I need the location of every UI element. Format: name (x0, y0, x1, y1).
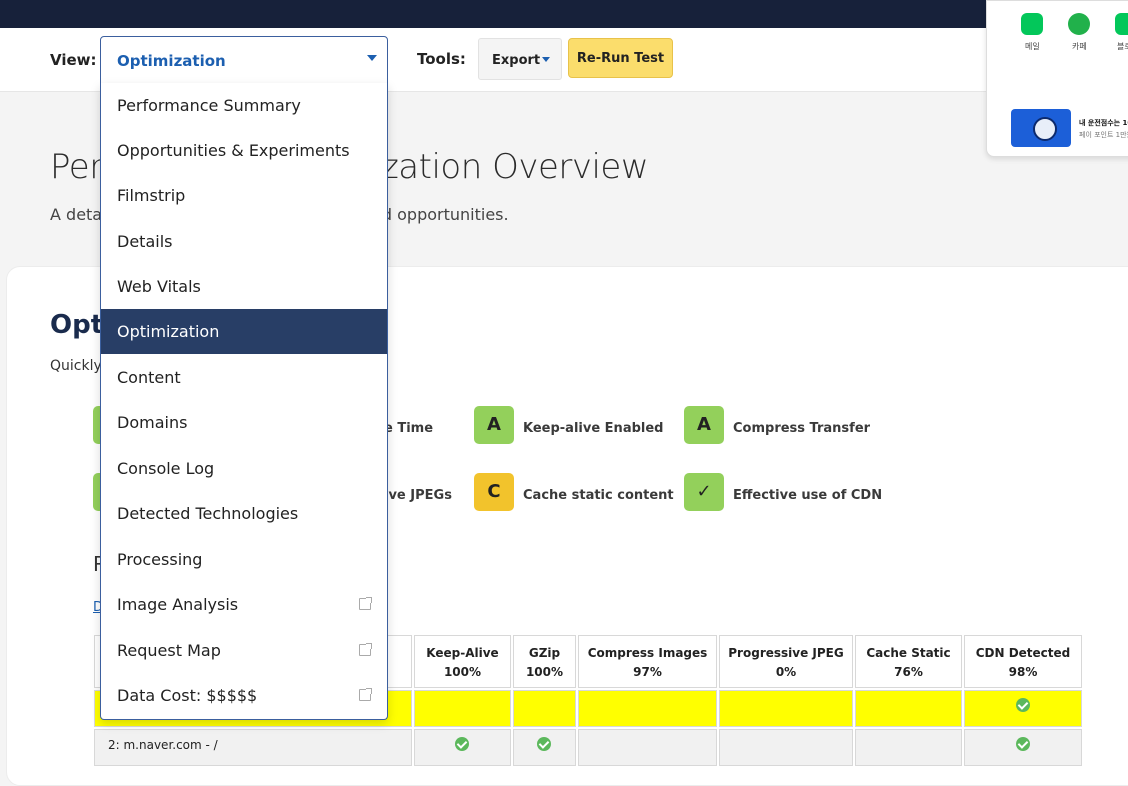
header-name: Progressive JPEG (728, 646, 844, 660)
menu-item-label: Image Analysis (117, 595, 239, 614)
export-button-label: Export (492, 53, 541, 68)
menu-item-label: Performance Summary (117, 96, 301, 115)
table-cell (719, 690, 853, 727)
menu-item-label: Opportunities & Experiments (117, 141, 350, 160)
icon-label: 블로 (1117, 42, 1128, 51)
table-cell (578, 729, 717, 766)
icon-label: 메일 (1025, 42, 1040, 51)
menu-item-domains[interactable]: Domains (101, 400, 387, 445)
header-name: GZip (528, 646, 561, 660)
icon-label: 카페 (1072, 42, 1087, 51)
table-cell (855, 690, 962, 727)
table-header-cdn[interactable]: CDN Detected 98% (964, 635, 1082, 688)
check-icon (1016, 698, 1030, 712)
header-pct: 97% (633, 665, 662, 679)
view-select[interactable]: Optimization (100, 36, 388, 84)
menu-item-label: Data Cost: $$$$$ (117, 686, 258, 705)
menu-item-label: Details (117, 232, 173, 251)
banner-line: 페이 포인트 1만원 (1079, 131, 1128, 139)
grade-badge-cache[interactable]: C (474, 473, 514, 511)
export-button[interactable]: Export (478, 38, 562, 80)
grade-badge-cdn[interactable]: ✓ (684, 473, 724, 511)
menu-item-label: Processing (117, 550, 203, 569)
cafe-icon[interactable] (1068, 13, 1090, 35)
menu-item-label: Optimization (117, 322, 220, 341)
naver-popup: 메일 카페 블로 내 운전점수는 10 페이 포인트 1만원 (986, 0, 1128, 157)
table-header-cache-static[interactable]: Cache Static 76% (855, 635, 962, 688)
check-icon (455, 737, 469, 751)
banner-image[interactable] (1011, 109, 1071, 147)
rerun-test-button[interactable]: Re-Run Test (568, 38, 673, 78)
header-name: Compress Images (587, 646, 708, 660)
table-cell (578, 690, 717, 727)
table-header-gzip[interactable]: GZip 100% (513, 635, 576, 688)
external-link-icon (359, 687, 373, 701)
grade-label: e Time (384, 421, 434, 436)
header-pct: 100% (443, 665, 482, 679)
grade-badge-compress[interactable]: A (684, 406, 724, 444)
chevron-down-icon (367, 55, 377, 61)
chevron-down-icon (542, 57, 550, 62)
menu-item-label: Request Map (117, 641, 221, 660)
grade-label: Compress Transfer (733, 421, 871, 436)
menu-item-filmstrip[interactable]: Filmstrip (101, 173, 387, 218)
menu-item-label: Content (117, 368, 181, 387)
blog-icon[interactable] (1115, 13, 1128, 35)
grade-label: Cache static content (523, 488, 674, 503)
menu-item-details[interactable]: Details (101, 219, 387, 264)
menu-item-opportunities[interactable]: Opportunities & Experiments (101, 128, 387, 173)
header-name: Keep-Alive (426, 646, 499, 660)
external-link-icon (359, 642, 373, 656)
table-cell (513, 690, 576, 727)
header-pct: 100% (525, 665, 564, 679)
menu-item-performance-summary[interactable]: Performance Summary (101, 83, 387, 128)
menu-item-request-map[interactable]: Request Map (101, 628, 387, 673)
view-select-value: Optimization (117, 52, 226, 70)
request-url[interactable]: 2: m.naver.com - / (108, 738, 218, 752)
header-pct: 0% (775, 665, 797, 679)
menu-item-content[interactable]: Content (101, 355, 387, 400)
tools-label: Tools: (417, 50, 466, 68)
view-label: View: (50, 51, 97, 69)
check-icon (1016, 737, 1030, 751)
menu-item-label: Detected Technologies (117, 504, 299, 523)
menu-item-label: Filmstrip (117, 186, 186, 205)
header-name: Cache Static (866, 646, 951, 660)
table-cell (719, 729, 853, 766)
external-link-icon (359, 596, 373, 610)
menu-item-image-analysis[interactable]: Image Analysis (101, 582, 387, 627)
table-cell (414, 690, 511, 727)
table-header-compress-images[interactable]: Compress Images 97% (578, 635, 717, 688)
table-header-keepalive[interactable]: Keep-Alive 100% (414, 635, 511, 688)
top-nav-bar (0, 0, 1128, 28)
view-dropdown-menu: Performance Summary Opportunities & Expe… (100, 83, 388, 720)
menu-item-data-cost[interactable]: Data Cost: $$$$$ (101, 673, 387, 718)
mail-icon[interactable] (1021, 13, 1043, 35)
grade-label: ive JPEGs (384, 488, 452, 503)
menu-item-processing[interactable]: Processing (101, 537, 387, 582)
header-pct: 98% (1008, 665, 1038, 679)
menu-item-optimization[interactable]: Optimization (101, 309, 387, 354)
menu-item-detected-technologies[interactable]: Detected Technologies (101, 491, 387, 536)
menu-item-label: Domains (117, 413, 188, 432)
menu-item-label: Web Vitals (117, 277, 201, 296)
header-name: CDN Detected (975, 646, 1071, 660)
menu-item-web-vitals[interactable]: Web Vitals (101, 264, 387, 309)
banner-line: 내 운전점수는 10 (1079, 119, 1128, 127)
table-header-progressive-jpeg[interactable]: Progressive JPEG 0% (719, 635, 853, 688)
grade-label: Keep-alive Enabled (523, 421, 664, 436)
check-icon (537, 737, 551, 751)
header-pct: 76% (894, 665, 923, 679)
menu-item-console-log[interactable]: Console Log (101, 446, 387, 491)
menu-item-label: Console Log (117, 459, 215, 478)
grade-label: Effective use of CDN (733, 488, 883, 503)
section-description: Quickly (50, 358, 102, 374)
table-cell (855, 729, 962, 766)
grade-badge-keepalive[interactable]: A (474, 406, 514, 444)
